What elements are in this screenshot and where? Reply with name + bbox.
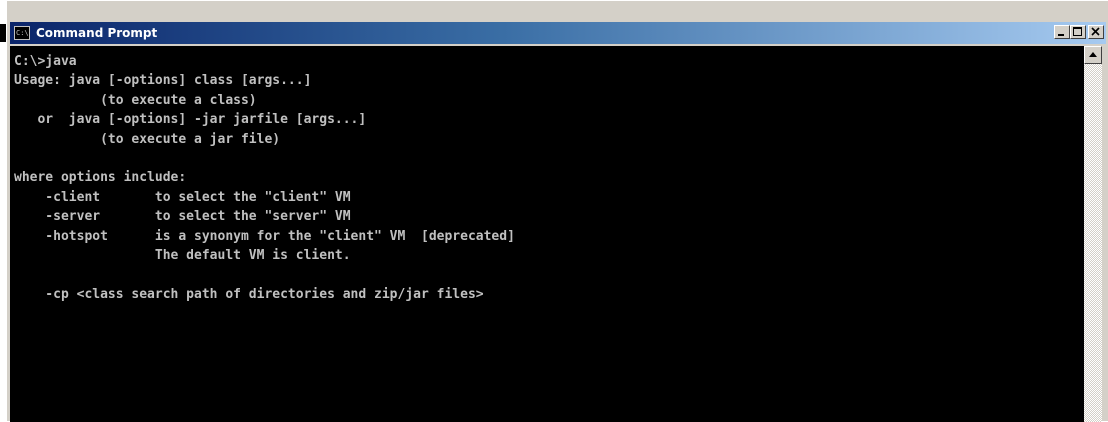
- console-line: The default VM is client.: [14, 248, 351, 264]
- console-output[interactable]: C:\>java Usage: java [-options] class [a…: [10, 46, 1084, 422]
- console-line: or java [-options] -jar jarfile [args...…: [14, 112, 367, 128]
- window-title: Command Prompt: [36, 26, 158, 40]
- console-line: (to execute a jar file): [14, 131, 281, 147]
- console-line: Usage: java [-options] class [args...]: [14, 73, 312, 89]
- minimize-button[interactable]: [1054, 25, 1070, 39]
- arrow-up-icon: [1089, 52, 1097, 57]
- close-icon: [1091, 27, 1100, 36]
- minimize-icon: [1058, 34, 1064, 36]
- scroll-up-button[interactable]: [1084, 46, 1102, 64]
- console-line: C:\>java: [14, 54, 77, 69]
- maximize-icon: [1073, 27, 1082, 36]
- console-line: -client to select the "client" VM: [14, 189, 351, 205]
- command-prompt-window: C:\ Command Prompt C:\>java Usage: java …: [6, 0, 1108, 422]
- command-prompt-icon[interactable]: C:\: [14, 26, 30, 40]
- title-bar[interactable]: C:\ Command Prompt: [10, 22, 1106, 44]
- console-line: -hotspot is a synonym for the "client" V…: [14, 228, 515, 244]
- maximize-button[interactable]: [1070, 25, 1086, 39]
- window-controls: [1054, 25, 1104, 39]
- console-text: C:\>java Usage: java [-options] class [a…: [10, 46, 1084, 304]
- console-line: -server to select the "server" VM: [14, 209, 351, 225]
- console-line: (to execute a class): [14, 92, 257, 108]
- vertical-scrollbar[interactable]: [1084, 46, 1102, 422]
- close-button[interactable]: [1088, 25, 1104, 39]
- console-line: where options include:: [14, 170, 187, 186]
- console-line: -cp <class search path of directories an…: [14, 286, 484, 302]
